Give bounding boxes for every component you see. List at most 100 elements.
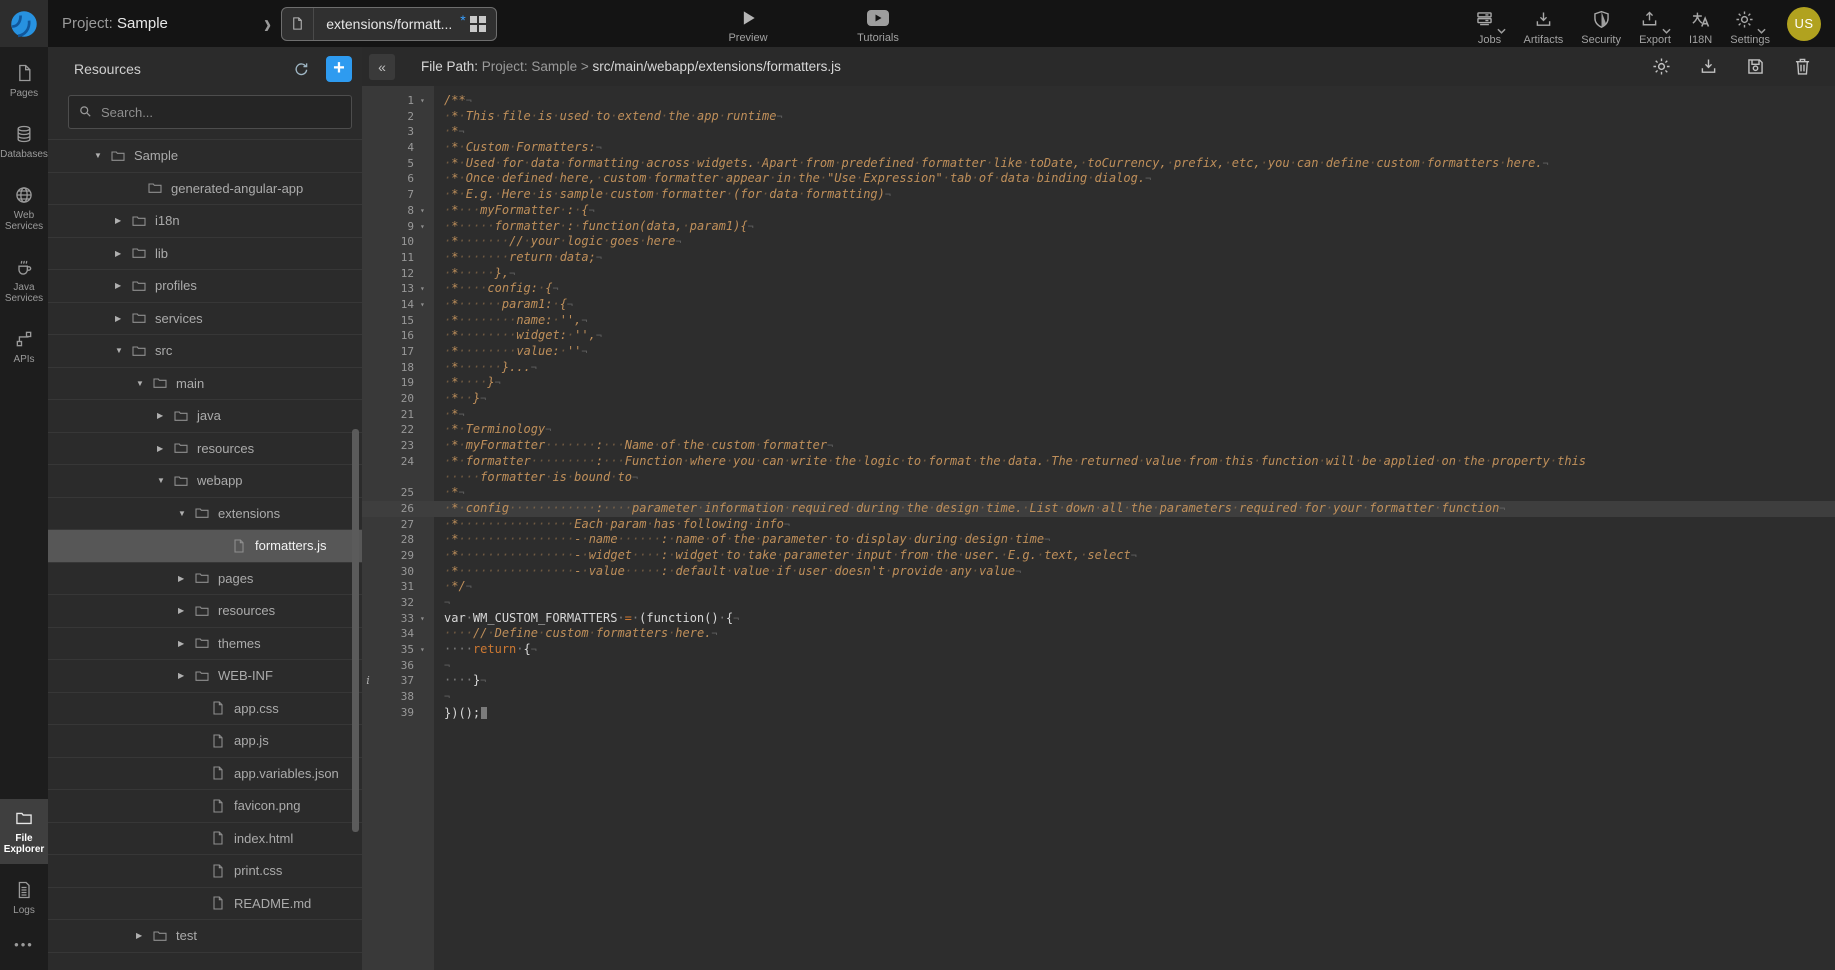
tree-scrollbar[interactable] [352, 429, 359, 832]
code-line-31[interactable]: 31 ·*/¬ [362, 579, 1835, 595]
chevron-collapsed-icon[interactable]: ▶ [178, 639, 194, 648]
sidebar-item-pages[interactable]: Pages [0, 54, 48, 108]
refresh-icon[interactable] [292, 60, 310, 78]
code-line-10[interactable]: 10 ·*·······//·your·logic·goes·here¬ [362, 234, 1835, 250]
code-line-32[interactable]: 32 ¬ [362, 595, 1835, 611]
fold-arrow-icon[interactable]: ▾ [418, 281, 434, 297]
tree-item-webapp[interactable]: ▼ webapp [48, 465, 362, 498]
fold-arrow-icon[interactable]: ▾ [418, 93, 434, 109]
menu-export[interactable]: Export [1630, 9, 1680, 46]
code-line-17[interactable]: 17 ·*········value:·''¬ [362, 344, 1835, 360]
tree-item-themes[interactable]: ▶ themes [48, 628, 362, 661]
grid-icon[interactable] [470, 16, 486, 32]
chevron-collapsed-icon[interactable]: ▶ [157, 444, 173, 453]
chevron-collapsed-icon[interactable]: ▶ [115, 249, 131, 258]
code-line-33[interactable]: 33 ▾ var·WM_CUSTOM_FORMATTERS·=·(functio… [362, 611, 1835, 627]
code-line-wrap[interactable]: ·····formatter·is·bound·to¬ [362, 470, 1835, 486]
code-line-26[interactable]: 26 ·*·config············:····parameter·i… [362, 501, 1835, 517]
code-line-24[interactable]: 24 ·*·formatter·········:···Function·whe… [362, 454, 1835, 470]
tree-item-pages[interactable]: ▶ pages [48, 563, 362, 596]
menu-artifacts[interactable]: Artifacts [1515, 9, 1573, 46]
code-line-5[interactable]: 5 ·*·Used·for·data·formatting·across·wid… [362, 156, 1835, 172]
delete-button[interactable] [1792, 56, 1813, 77]
tree-item-app.js[interactable]: app.js [48, 725, 362, 758]
tree-item-print.css[interactable]: print.css [48, 855, 362, 888]
code-line-1[interactable]: 1 ▾ /**¬ [362, 93, 1835, 109]
code-line-12[interactable]: 12 ·*·····},¬ [362, 266, 1835, 282]
open-file-tab[interactable]: extensions/formatt... * [281, 7, 497, 41]
wavemaker-logo[interactable] [0, 0, 48, 47]
tree-item-extensions[interactable]: ▼ extensions [48, 498, 362, 531]
code-line-8[interactable]: 8 ▾ ·*···myFormatter·:·{¬ [362, 203, 1835, 219]
tree-item-i18n[interactable]: ▶ i18n [48, 205, 362, 238]
tree-item-index.html[interactable]: index.html [48, 823, 362, 856]
tree-item-profiles[interactable]: ▶ profiles [48, 270, 362, 303]
tree-item-app.variables.json[interactable]: app.variables.json [48, 758, 362, 791]
chevron-collapsed-icon[interactable]: ▶ [136, 931, 152, 940]
sidebar-item-databases[interactable]: Databases [0, 115, 48, 169]
code-line-36[interactable]: 36 ¬ [362, 658, 1835, 674]
menu-jobs[interactable]: Jobs [1465, 9, 1515, 46]
chevron-collapsed-icon[interactable]: ▶ [115, 216, 131, 225]
fold-arrow-icon[interactable]: ▾ [418, 203, 434, 219]
file-settings-button[interactable] [1651, 56, 1672, 77]
chevron-collapsed-icon[interactable]: ▶ [178, 671, 194, 680]
tree-item-services[interactable]: ▶ services [48, 303, 362, 336]
fold-arrow-icon[interactable]: ▾ [418, 297, 434, 313]
code-line-18[interactable]: 18 ·*······}...¬ [362, 360, 1835, 376]
code-line-34[interactable]: 34 ····//·Define·custom·formatters·here.… [362, 626, 1835, 642]
fold-arrow-icon[interactable]: ▾ [418, 642, 434, 658]
code-line-6[interactable]: 6 ·*·Once·defined·here,·custom·formatter… [362, 171, 1835, 187]
tree-item-resources[interactable]: ▶ resources [48, 433, 362, 466]
tree-item-generated-angular-app[interactable]: generated-angular-app [48, 173, 362, 206]
tree-item-formatters.js[interactable]: formatters.js [48, 530, 362, 563]
chevron-expanded-icon[interactable]: ▼ [136, 379, 152, 388]
code-line-20[interactable]: 20 ·*··}¬ [362, 391, 1835, 407]
tree-item-README.md[interactable]: README.md [48, 888, 362, 921]
code-line-30[interactable]: 30 ·*················-·value·····:·defau… [362, 564, 1835, 580]
code-line-35[interactable]: 35 ▾ ····return·{¬ [362, 642, 1835, 658]
more-menu-icon[interactable]: ••• [0, 925, 48, 970]
sidebar-item-apis[interactable]: APIs [0, 320, 48, 374]
search-input[interactable] [68, 95, 352, 129]
add-resource-button[interactable]: + [326, 56, 352, 82]
menu-i18n[interactable]: I18N [1680, 9, 1721, 46]
code-editor[interactable]: 1 ▾ /**¬ 2 ·*·This·file·is·used·to·exten… [362, 86, 1835, 970]
chevron-collapsed-icon[interactable]: ▶ [115, 281, 131, 290]
sidebar-item-web-services[interactable]: WebServices [0, 176, 48, 241]
code-line-15[interactable]: 15 ·*········name:·'',¬ [362, 313, 1835, 329]
chevron-collapsed-icon[interactable]: ▶ [178, 606, 194, 615]
sidebar-item-file-explorer[interactable]: FileExplorer [0, 799, 48, 864]
code-line-3[interactable]: 3 ·*¬ [362, 124, 1835, 140]
code-line-2[interactable]: 2 ·*·This·file·is·used·to·extend·the·app… [362, 109, 1835, 125]
tree-item-resources[interactable]: ▶ resources [48, 595, 362, 628]
tree-item-lib[interactable]: ▶ lib [48, 238, 362, 271]
user-avatar[interactable]: US [1787, 7, 1821, 41]
tree-item-src[interactable]: ▼ src [48, 335, 362, 368]
code-line-21[interactable]: 21 ·*¬ [362, 407, 1835, 423]
code-line-39[interactable]: 39 })(); [362, 705, 1835, 721]
menu-security[interactable]: Security [1572, 9, 1630, 46]
chevron-expanded-icon[interactable]: ▼ [94, 151, 110, 160]
tree-item-Sample[interactable]: ▼ Sample [48, 140, 362, 173]
code-line-4[interactable]: 4 ·*·Custom·Formatters:¬ [362, 140, 1835, 156]
code-line-11[interactable]: 11 ·*·······return·data;¬ [362, 250, 1835, 266]
chevron-right-icon[interactable]: › [264, 7, 271, 40]
tree-item-java[interactable]: ▶ java [48, 400, 362, 433]
code-line-27[interactable]: 27 ·*················Each·param·has·foll… [362, 517, 1835, 533]
fold-arrow-icon[interactable]: ▾ [418, 219, 434, 235]
code-line-28[interactable]: 28 ·*················-·name······:·name·… [362, 532, 1835, 548]
code-line-7[interactable]: 7 ·*·E.g.·Here·is·sample·custom·formatte… [362, 187, 1835, 203]
chevron-collapsed-icon[interactable]: ▶ [178, 574, 194, 583]
chevron-expanded-icon[interactable]: ▼ [115, 346, 131, 355]
sidebar-item-java-services[interactable]: JavaServices [0, 248, 48, 313]
chevron-collapsed-icon[interactable]: ▶ [115, 314, 131, 323]
code-line-25[interactable]: 25 ·*¬ [362, 485, 1835, 501]
fold-arrow-icon[interactable]: ▾ [418, 611, 434, 627]
tree-item-main[interactable]: ▼ main [48, 368, 362, 401]
chevron-expanded-icon[interactable]: ▼ [178, 509, 194, 518]
tree-item-app.css[interactable]: app.css [48, 693, 362, 726]
code-line-23[interactable]: 23 ·*·myFormatter·······:···Name·of·the·… [362, 438, 1835, 454]
collapse-panel-button[interactable]: « [369, 54, 395, 80]
code-line-14[interactable]: 14 ▾ ·*······param1:·{¬ [362, 297, 1835, 313]
